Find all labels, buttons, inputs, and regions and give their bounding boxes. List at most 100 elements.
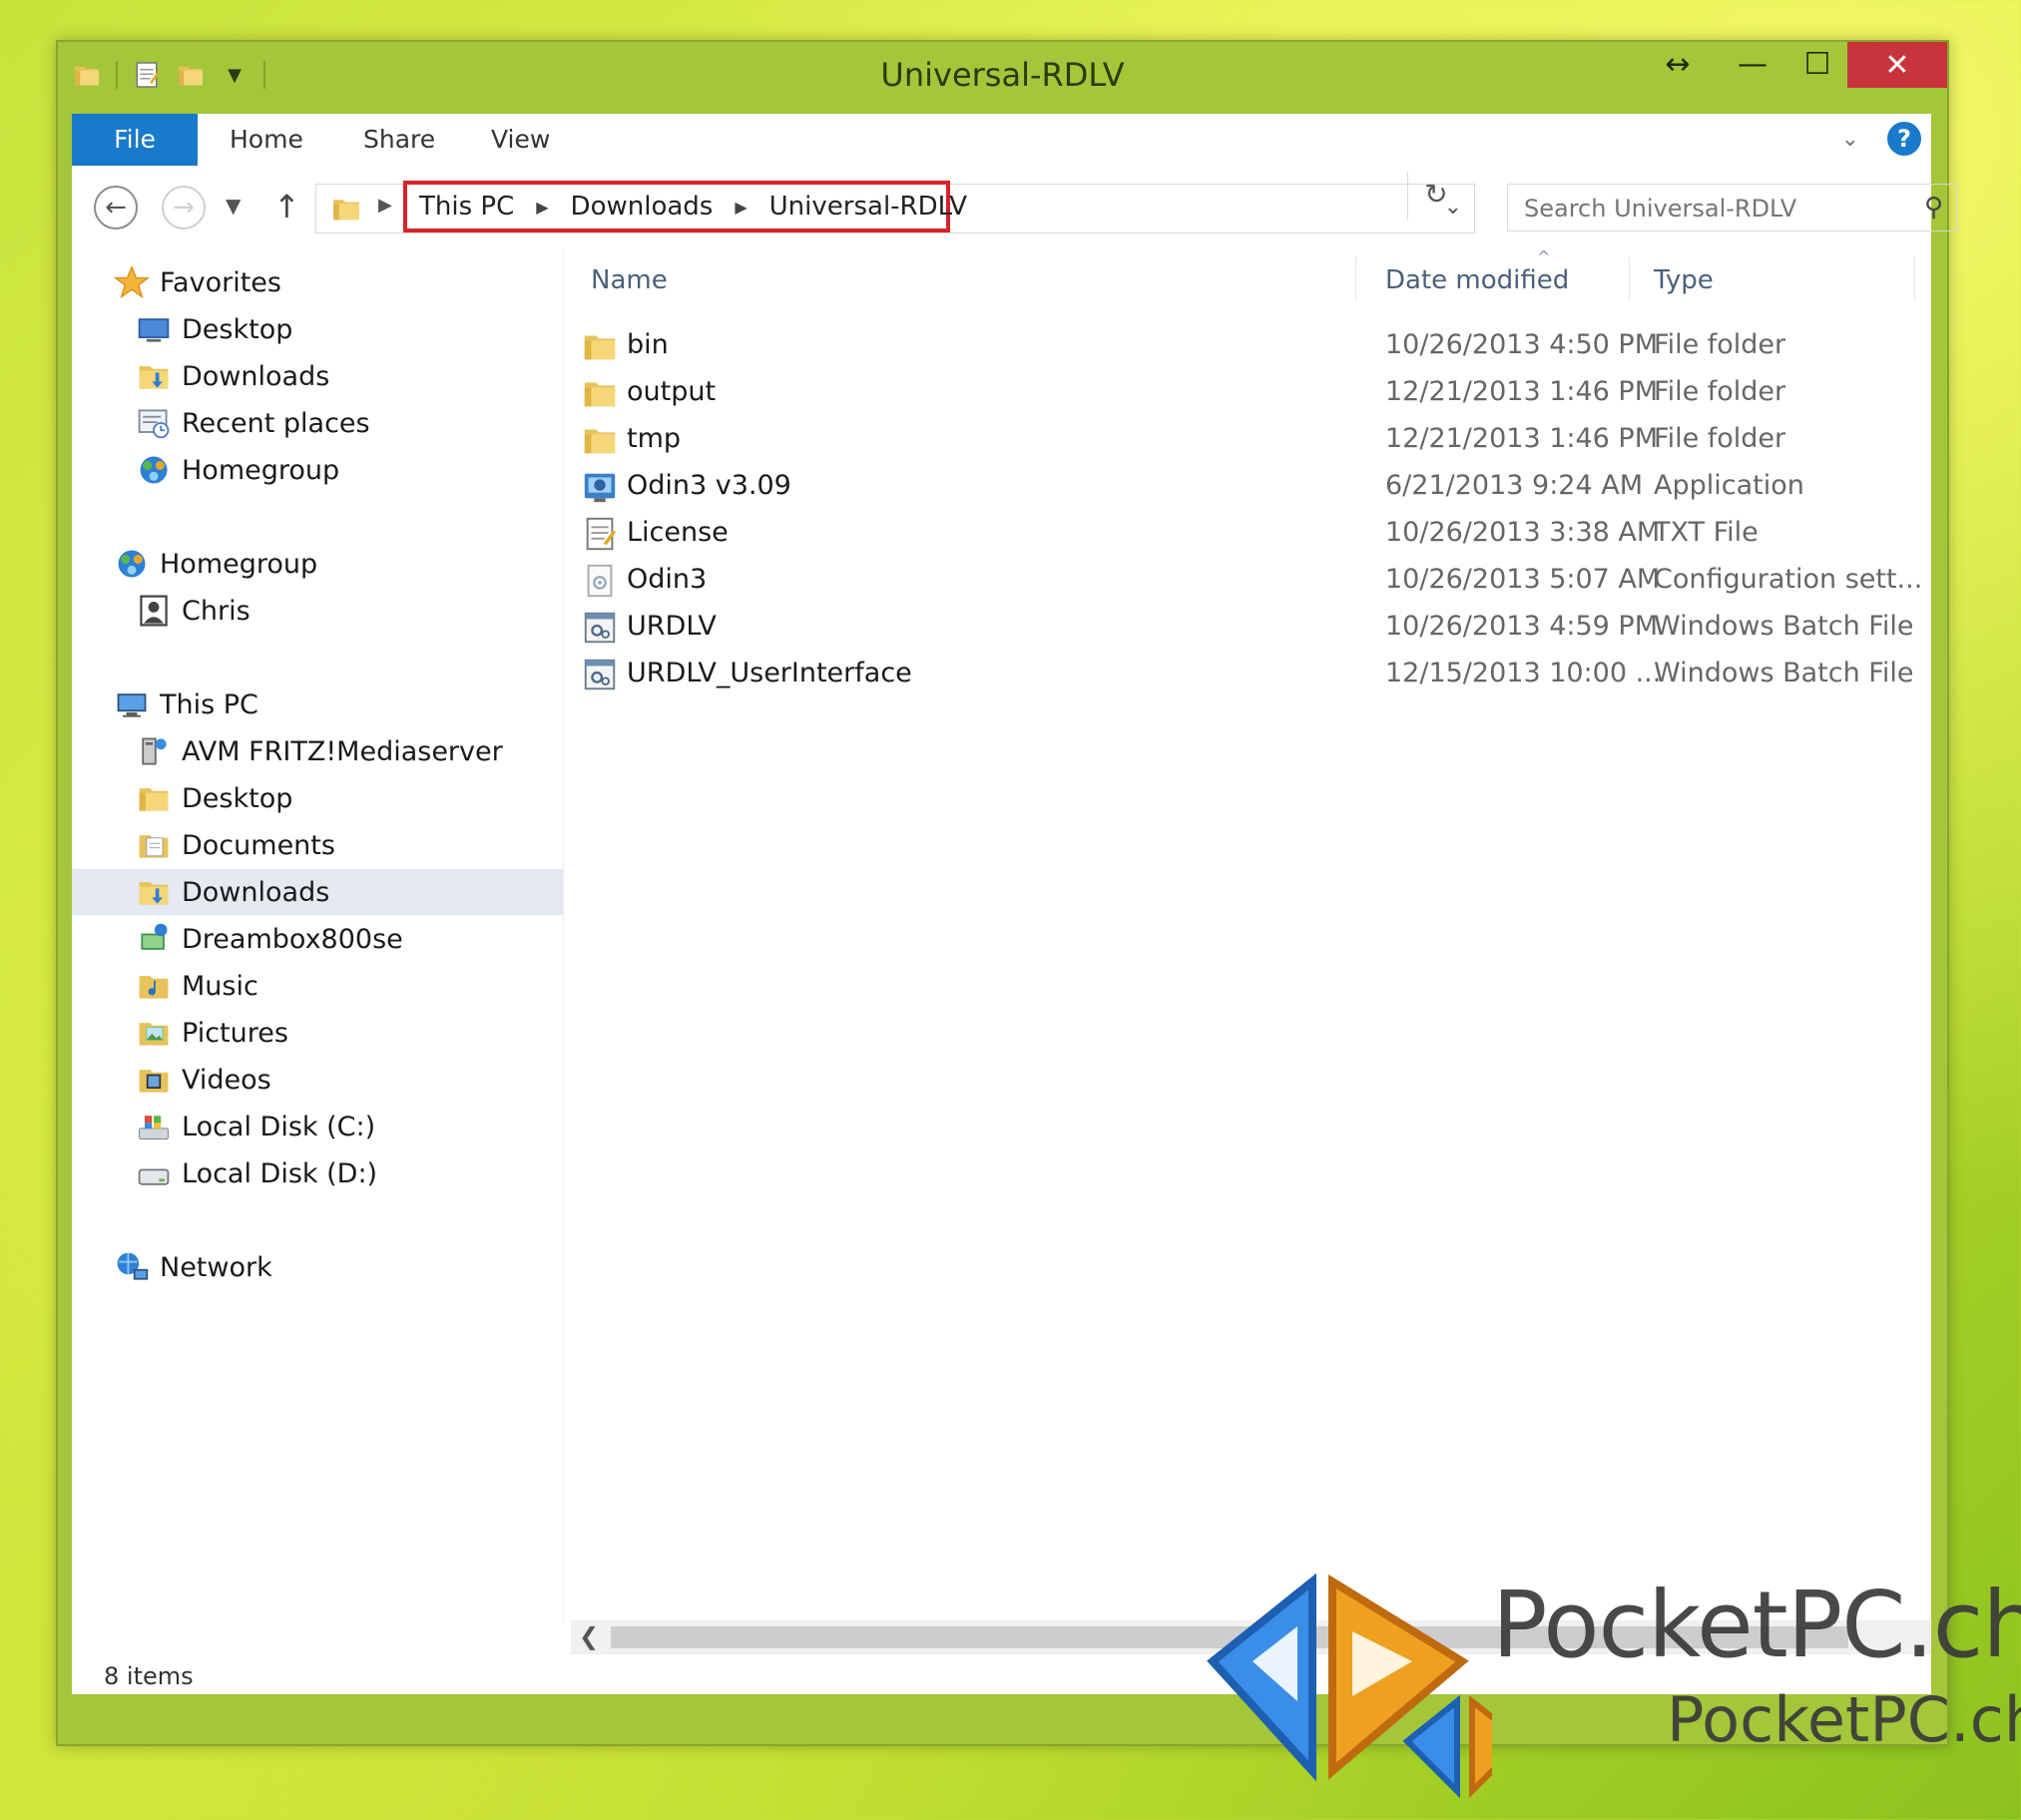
application-icon — [581, 468, 621, 508]
item-count: 8 items — [104, 1662, 194, 1690]
close-button[interactable]: ✕ — [1847, 42, 1947, 88]
sidebar-item-desktop-pc[interactable]: Desktop — [72, 775, 563, 821]
file-type: File folder — [1654, 329, 1786, 360]
file-row-odin3-app[interactable]: Odin3 v3.09 6/21/2013 9:24 AM Applicatio… — [581, 464, 1918, 510]
resize-icon[interactable]: ↔ — [1638, 42, 1718, 86]
column-header-type[interactable]: Type — [1654, 265, 1714, 295]
sidebar-item-this-pc[interactable]: This PC — [72, 682, 563, 727]
scroll-left-icon[interactable]: ❮ — [579, 1622, 599, 1650]
sidebar-item-documents[interactable]: Documents — [72, 822, 563, 868]
title-bar[interactable]: ▼ Universal-RDLV ↔ — ☐ ✕ — [58, 42, 1947, 117]
sidebar-item-label: Desktop — [182, 313, 293, 345]
file-row-tmp[interactable]: tmp 12/21/2013 1:46 PM File folder — [581, 417, 1918, 463]
column-divider[interactable] — [1629, 257, 1630, 301]
sidebar-item-label: Dreambox800se — [182, 923, 403, 955]
documents-icon — [134, 825, 174, 865]
sidebar-item-homegroup-favorite[interactable]: Homegroup — [72, 447, 563, 493]
maximize-button[interactable]: ☐ — [1787, 42, 1847, 86]
minimize-button[interactable]: — — [1718, 42, 1787, 86]
file-row-urdlv-userinterface[interactable]: URDLV_UserInterface 12/15/2013 10:00 ...… — [581, 652, 1918, 697]
search-icon[interactable]: ⚲ — [1924, 193, 1943, 223]
sidebar-item-dreambox[interactable]: Dreambox800se — [72, 916, 563, 962]
file-name: bin — [627, 329, 669, 360]
sidebar-item-chris[interactable]: Chris — [72, 588, 563, 634]
file-row-license[interactable]: License 10/26/2013 3:38 AM TXT File — [581, 511, 1918, 557]
explorer-window: ▼ Universal-RDLV ↔ — ☐ ✕ File Home Share… — [56, 40, 1958, 1746]
file-type: Application — [1654, 470, 1804, 501]
media-server-icon — [134, 731, 174, 771]
content-area: Favorites Desktop Downloads Recent place… — [72, 247, 1931, 1694]
column-divider[interactable] — [1914, 257, 1915, 301]
sidebar-item-network[interactable]: Network — [72, 1244, 563, 1290]
tab-view[interactable]: View — [491, 114, 550, 166]
file-name: URDLV — [627, 611, 717, 642]
sidebar-item-local-disk-c[interactable]: Local Disk (C:) — [72, 1104, 563, 1149]
sidebar-item-mediaserver[interactable]: AVM FRITZ!Mediaserver — [72, 728, 563, 774]
sidebar-item-homegroup[interactable]: Homegroup — [72, 541, 563, 587]
file-date: 12/21/2013 1:46 PM — [1385, 376, 1658, 407]
sidebar-item-local-disk-d[interactable]: Local Disk (D:) — [72, 1150, 563, 1196]
breadcrumb-downloads[interactable]: Downloads — [571, 192, 714, 222]
network-computer-icon — [134, 919, 174, 959]
homegroup-icon — [134, 450, 174, 490]
file-type: File folder — [1654, 423, 1786, 454]
chevron-right-icon[interactable]: ▶ — [536, 198, 548, 217]
file-name: output — [627, 376, 717, 407]
desktop-icon — [134, 309, 174, 349]
file-date: 10/26/2013 4:59 PM — [1385, 611, 1658, 642]
pictures-icon — [134, 1013, 174, 1053]
sidebar-item-label: Downloads — [182, 876, 330, 908]
address-bar[interactable]: ▶ This PC ▶ Downloads ▶ Universal-RDLV ⌄ — [315, 181, 1475, 233]
text-file-icon — [581, 515, 621, 555]
sidebar-item-favorites[interactable]: Favorites — [72, 259, 563, 305]
tab-home[interactable]: Home — [230, 114, 303, 166]
downloads-icon — [134, 356, 174, 396]
refresh-button[interactable]: ↻ — [1407, 172, 1464, 220]
search-box[interactable]: ⚲ — [1507, 184, 1958, 231]
column-header-name[interactable]: Name — [591, 265, 668, 295]
file-row-urdlv[interactable]: URDLV 10/26/2013 4:59 PM Windows Batch F… — [581, 605, 1918, 651]
recent-places-icon — [134, 403, 174, 443]
file-row-bin[interactable]: bin 10/26/2013 4:50 PM File folder — [581, 323, 1918, 369]
recent-locations-icon[interactable]: ▼ — [226, 194, 241, 218]
chevron-right-icon[interactable]: ▶ — [735, 198, 747, 217]
sidebar-item-downloads-pc[interactable]: Downloads — [72, 869, 563, 915]
sidebar-item-label: Pictures — [182, 1017, 288, 1049]
up-button[interactable]: ↑ — [273, 188, 300, 226]
file-date: 12/21/2013 1:46 PM — [1385, 423, 1658, 454]
sidebar-item-label: Documents — [182, 829, 335, 861]
sort-ascending-icon: ^ — [1537, 247, 1551, 266]
sidebar-item-label: Recent places — [182, 407, 370, 439]
sidebar-item-recent-places[interactable]: Recent places — [72, 400, 563, 446]
homegroup-icon — [112, 544, 152, 584]
navigation-bar: ← → ▼ ↑ ▶ This PC ▶ Downloads ▶ Universa… — [72, 166, 1958, 247]
forward-button[interactable]: → — [162, 186, 206, 229]
expand-ribbon-icon[interactable]: ⌄ — [1841, 127, 1859, 152]
help-icon[interactable]: ? — [1887, 122, 1921, 156]
breadcrumb-this-pc[interactable]: This PC — [419, 192, 514, 222]
sidebar-item-downloads[interactable]: Downloads — [72, 353, 563, 399]
sidebar-item-pictures[interactable]: Pictures — [72, 1010, 563, 1056]
sidebar-item-label: Downloads — [182, 360, 330, 392]
downloads-icon — [134, 872, 174, 912]
column-header-date[interactable]: Date modified — [1385, 265, 1569, 295]
sidebar-item-label: Local Disk (C:) — [182, 1111, 376, 1142]
breadcrumb-universal-rdlv[interactable]: Universal-RDLV — [769, 192, 967, 222]
file-row-output[interactable]: output 12/21/2013 1:46 PM File folder — [581, 370, 1918, 416]
sidebar-item-music[interactable]: Music — [72, 963, 563, 1009]
sidebar-item-videos[interactable]: Videos — [72, 1057, 563, 1103]
chevron-right-icon[interactable]: ▶ — [378, 195, 392, 216]
pane-splitter[interactable] — [563, 247, 564, 1624]
file-type: TXT File — [1654, 517, 1759, 548]
file-row-odin3-config[interactable]: Odin3 10/26/2013 5:07 AM Configuration s… — [581, 558, 1922, 604]
sidebar-item-desktop[interactable]: Desktop — [72, 306, 563, 352]
back-button[interactable]: ← — [94, 186, 138, 229]
tab-file[interactable]: File — [72, 114, 198, 166]
sidebar-item-label: Local Disk (D:) — [182, 1157, 378, 1189]
search-input[interactable] — [1522, 191, 1895, 227]
folder-icon — [581, 327, 621, 367]
tab-share[interactable]: Share — [363, 114, 435, 166]
batch-file-icon — [581, 656, 621, 695]
file-date: 6/21/2013 9:24 AM — [1385, 470, 1644, 501]
column-divider[interactable] — [1355, 257, 1356, 301]
